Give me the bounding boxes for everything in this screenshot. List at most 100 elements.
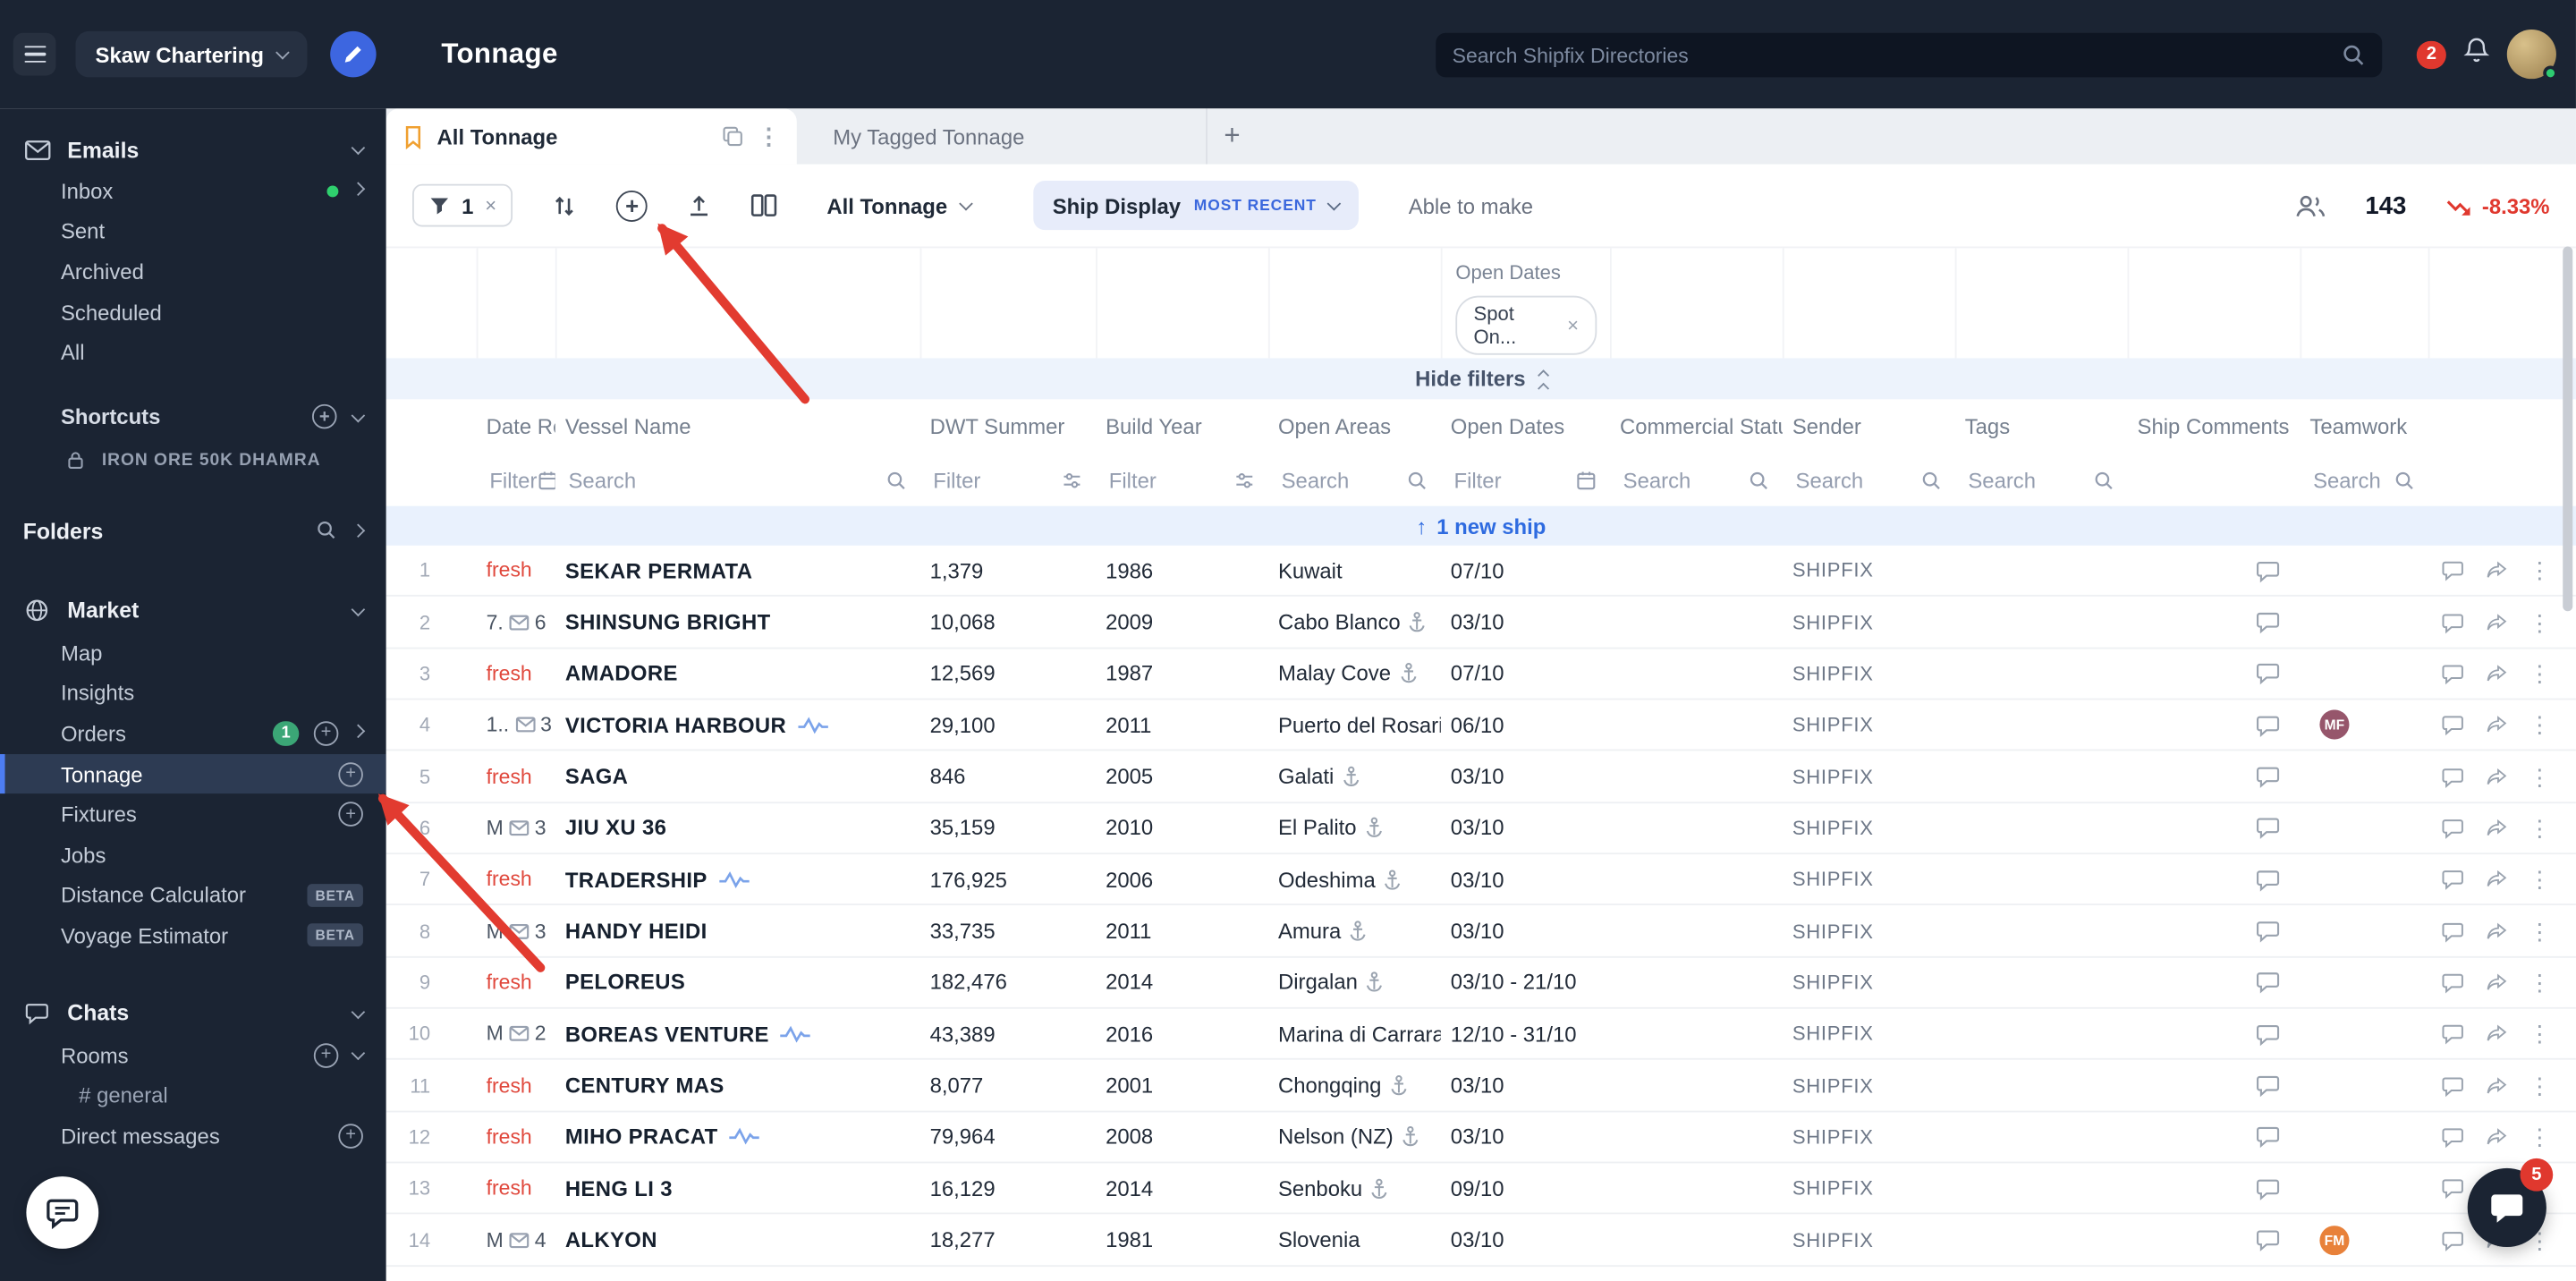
forward-icon[interactable] <box>2484 559 2509 582</box>
sidebar-section-shortcuts[interactable]: Shortcuts + <box>0 396 386 439</box>
row-menu-icon[interactable]: ⋮ <box>2529 610 2552 633</box>
vessel-name[interactable]: TRADERSHIP <box>565 867 708 892</box>
sidebar-item-room-general[interactable]: # general <box>0 1075 386 1116</box>
header-vessel-name[interactable]: Vessel Name <box>555 414 920 439</box>
add-room-button[interactable]: + <box>314 1042 339 1067</box>
filter-vessel-name[interactable]: Search <box>555 468 920 493</box>
header-commercial-status[interactable]: Commercial Statu <box>1610 414 1783 439</box>
table-row[interactable]: 9 fresh PELOREUS 182,476 2014 Dirgalan 0… <box>386 957 2576 1009</box>
sidebar-section-chats[interactable]: Chats <box>0 992 386 1035</box>
chevron-down-icon[interactable] <box>352 1047 366 1061</box>
vessel-name[interactable]: BOREAS VENTURE <box>565 1022 769 1047</box>
comment-action-icon[interactable] <box>2441 868 2464 891</box>
clear-filter-icon[interactable]: × <box>485 194 496 217</box>
forward-icon[interactable] <box>2484 817 2509 840</box>
row-menu-icon[interactable]: ⋮ <box>2529 971 2552 994</box>
filter-sender[interactable]: Search <box>1783 468 1955 493</box>
header-teamwork[interactable]: Teamwork <box>2300 414 2428 439</box>
add-dm-button[interactable]: + <box>338 1124 363 1149</box>
comment-action-icon[interactable] <box>2441 559 2464 582</box>
teamwork-avatar[interactable]: FM <box>2319 1226 2349 1255</box>
add-shortcut-button[interactable]: + <box>312 405 337 430</box>
header-build-year[interactable]: Build Year <box>1096 414 1268 439</box>
vessel-name[interactable]: VICTORIA HARBOUR <box>565 713 786 738</box>
table-row[interactable]: 8 M 3 HANDY HEIDI 33,735 2011 Amura 03/1… <box>386 906 2576 958</box>
comment-action-icon[interactable] <box>2441 610 2464 633</box>
comment-action-icon[interactable] <box>2441 1177 2464 1200</box>
header-open-dates[interactable]: Open Dates <box>1441 414 1610 439</box>
chevron-down-icon[interactable] <box>352 603 366 617</box>
table-row[interactable]: 7 fresh TRADERSHIP 176,925 2006 Odeshima… <box>386 854 2576 906</box>
table-row[interactable]: 3 fresh AMADORE 12,569 1987 Malay Cove 0… <box>386 649 2576 700</box>
sidebar-section-market[interactable]: Market <box>0 590 386 632</box>
ship-display-selector[interactable]: Ship Display MOST RECENT <box>1033 181 1360 230</box>
tab-menu-icon[interactable]: ⋮ <box>758 125 781 148</box>
comment-bubble-icon[interactable] <box>2256 1073 2281 1099</box>
forward-icon[interactable] <box>2484 610 2509 633</box>
vessel-name[interactable]: SAGA <box>565 764 628 789</box>
search-input[interactable] <box>1453 44 2342 67</box>
vessel-name[interactable]: SEKAR PERMATA <box>565 558 753 583</box>
support-chat-button[interactable] <box>26 1176 98 1249</box>
table-row[interactable]: 14 M 4 ALKYON 18,277 1981 Slovenia 03/10… <box>386 1215 2576 1267</box>
filter-open-areas[interactable]: Search <box>1268 468 1441 493</box>
header-dwt-summer[interactable]: DWT Summer <box>920 414 1097 439</box>
sidebar-item-jobs[interactable]: Jobs <box>0 835 386 875</box>
comment-bubble-icon[interactable] <box>2256 816 2281 841</box>
comment-action-icon[interactable] <box>2441 817 2464 840</box>
row-menu-icon[interactable]: ⋮ <box>2529 1073 2552 1097</box>
comment-bubble-icon[interactable] <box>2256 558 2281 583</box>
sidebar-item-archived[interactable]: Archived <box>0 251 386 292</box>
row-menu-icon[interactable]: ⋮ <box>2529 1022 2552 1046</box>
columns-view-button[interactable] <box>751 194 777 217</box>
add-tab-button[interactable]: + <box>1208 108 1257 164</box>
tab-my-tagged-tonnage[interactable]: My Tagged Tonnage <box>797 108 1208 164</box>
chevron-right-icon[interactable] <box>352 523 366 538</box>
vessel-name[interactable]: ALKYON <box>565 1227 657 1252</box>
sidebar-item-inbox[interactable]: Inbox <box>0 171 386 211</box>
table-row[interactable]: 6 M 3 JIU XU 36 35,159 2010 El Palito 03… <box>386 803 2576 855</box>
comment-action-icon[interactable] <box>2441 1228 2464 1251</box>
add-tonnage-button[interactable]: + <box>338 761 363 786</box>
remove-filter-icon[interactable]: × <box>1567 314 1579 337</box>
row-menu-icon[interactable]: ⋮ <box>2529 765 2552 788</box>
filter-open-dates[interactable]: Filter <box>1441 468 1610 493</box>
table-row[interactable]: 2 7. 6 SHINSUNG BRIGHT 10,068 2009 Cabo … <box>386 597 2576 649</box>
header-date-received[interactable]: Date Re <box>477 414 555 439</box>
vessel-name[interactable]: SHINSUNG BRIGHT <box>565 609 771 634</box>
vessel-name[interactable]: HANDY HEIDI <box>565 919 708 944</box>
active-filter-chip[interactable]: 1 × <box>412 184 513 227</box>
forward-icon[interactable] <box>2484 714 2509 737</box>
comment-bubble-icon[interactable] <box>2256 661 2281 686</box>
add-order-button[interactable]: + <box>314 721 339 746</box>
tab-all-tonnage[interactable]: All Tonnage ⋮ <box>386 108 797 164</box>
comment-bubble-icon[interactable] <box>2256 713 2281 738</box>
filter-tags[interactable]: Search <box>1955 468 2128 493</box>
filter-commercial-status[interactable]: Search <box>1610 468 1783 493</box>
global-search[interactable] <box>1436 33 2382 78</box>
comment-action-icon[interactable] <box>2441 765 2464 788</box>
compose-button[interactable] <box>329 31 375 77</box>
comment-bubble-icon[interactable] <box>2256 867 2281 892</box>
bell-icon[interactable] <box>2462 36 2490 72</box>
sidebar-item-direct-messages[interactable]: Direct messages + <box>0 1116 386 1156</box>
vertical-scrollbar[interactable] <box>2563 247 2572 612</box>
table-row[interactable]: 13 fresh HENG LI 3 16,129 2014 Senboku 0… <box>386 1164 2576 1216</box>
export-button[interactable] <box>687 193 712 218</box>
chevron-down-icon[interactable] <box>352 409 366 423</box>
table-row[interactable]: 4 1.. 3 VICTORIA HARBOUR 29,100 2011 Pue… <box>386 700 2576 751</box>
add-fixture-button[interactable]: + <box>338 802 363 827</box>
sidebar-item-distance-calculator[interactable]: Distance Calculator BETA <box>0 875 386 915</box>
sidebar-item-voyage-estimator[interactable]: Voyage Estimator BETA <box>0 915 386 955</box>
vessel-name[interactable]: MIHO PRACAT <box>565 1124 718 1150</box>
comment-action-icon[interactable] <box>2441 920 2464 943</box>
row-menu-icon[interactable]: ⋮ <box>2529 868 2552 891</box>
row-menu-icon[interactable]: ⋮ <box>2529 559 2552 582</box>
table-row[interactable]: 1 fresh SEKAR PERMATA 1,379 1986 Kuwait … <box>386 546 2576 598</box>
filter-build-year[interactable]: Filter <box>1096 468 1268 493</box>
sidebar-item-orders[interactable]: Orders 1+ <box>0 713 386 753</box>
comment-bubble-icon[interactable] <box>2256 1124 2281 1150</box>
user-avatar[interactable] <box>2507 30 2556 79</box>
comment-bubble-icon[interactable] <box>2256 919 2281 944</box>
filter-teamwork[interactable]: Search <box>2300 468 2428 493</box>
